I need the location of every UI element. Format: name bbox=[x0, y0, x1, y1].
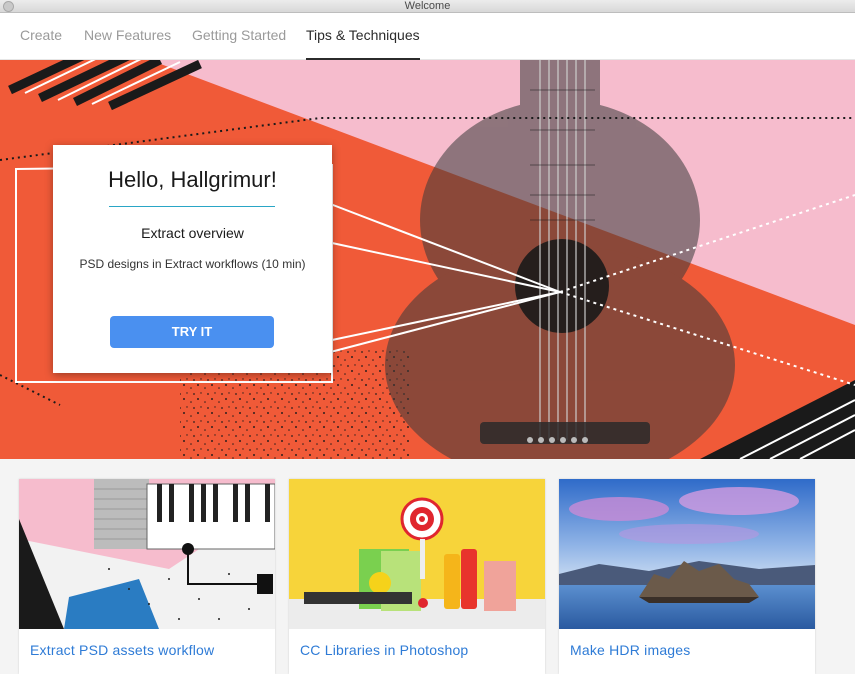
tile-extract-psd[interactable]: Extract PSD assets workflow bbox=[19, 479, 275, 674]
tutorial-tiles: Extract PSD assets workflow CC Libraries… bbox=[0, 459, 855, 674]
tile-label: Extract PSD assets workflow bbox=[30, 642, 215, 658]
tile-cc-libraries[interactable]: CC Libraries in Photoshop bbox=[289, 479, 545, 674]
card-divider bbox=[109, 206, 275, 207]
welcome-card: Hello, Hallgrimur! Extract overview PSD … bbox=[53, 145, 332, 373]
tab-tips-techniques[interactable]: Tips & Techniques bbox=[306, 13, 420, 60]
card-description: PSD designs in Extract workflows (10 min… bbox=[79, 257, 306, 271]
tab-bar: Create New Features Getting Started Tips… bbox=[0, 13, 855, 60]
tile-label: Make HDR images bbox=[570, 642, 691, 658]
window-title: Welcome bbox=[404, 0, 451, 12]
hero-banner: Hello, Hallgrimur! Extract overview PSD … bbox=[0, 60, 855, 459]
try-it-button[interactable]: TRY IT bbox=[110, 316, 274, 348]
tile-label: CC Libraries in Photoshop bbox=[300, 642, 469, 658]
greeting-heading: Hello, Hallgrimur! bbox=[108, 167, 277, 192]
tab-create[interactable]: Create bbox=[20, 13, 62, 60]
window-titlebar: Welcome bbox=[0, 0, 855, 13]
tile-thumbnail bbox=[559, 479, 815, 629]
tab-getting-started[interactable]: Getting Started bbox=[192, 13, 286, 60]
card-title: Extract overview bbox=[141, 225, 244, 241]
tile-hdr-images[interactable]: Make HDR images bbox=[559, 479, 815, 674]
tile-thumbnail bbox=[19, 479, 275, 629]
tab-new-features[interactable]: New Features bbox=[84, 13, 171, 60]
tile-thumbnail bbox=[289, 479, 545, 629]
